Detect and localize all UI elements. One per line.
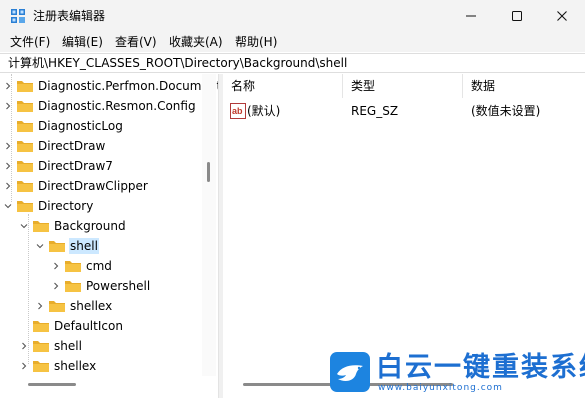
folder-icon	[17, 121, 33, 132]
close-icon	[557, 11, 567, 21]
folder-icon	[33, 221, 49, 232]
maximize-button[interactable]	[494, 0, 540, 32]
tree-horizontal-scroll-thumb[interactable]	[28, 383, 76, 386]
menu-edit[interactable]: 编辑(E)	[62, 33, 103, 51]
title-bar[interactable]: 注册表编辑器	[0, 0, 585, 32]
address-bar[interactable]: 计算机\HKEY_CLASSES_ROOT\Directory\Backgrou…	[0, 53, 585, 73]
tree-vertical-scroll-thumb[interactable]	[207, 162, 210, 182]
tree-node[interactable]: DirectDraw7	[0, 156, 218, 176]
menu-bar: 文件(F) 编辑(E) 查看(V) 收藏夹(A) 帮助(H)	[0, 32, 585, 52]
tree-node[interactable]: DefaultIcon	[0, 316, 218, 336]
watermark-text: 白云一键重装系统	[376, 352, 585, 383]
folder-icon	[33, 361, 49, 372]
folder-icon	[17, 181, 33, 192]
close-button[interactable]	[539, 0, 585, 32]
ab-string-value-icon: ab	[230, 103, 246, 119]
tree-node-label: cmd	[86, 259, 112, 273]
key-tree[interactable]: Diagnostic.Perfmon.Document Diagnostic.Re…	[0, 74, 218, 398]
values-list[interactable]: 名称 类型 数据 ab (默认) REG_SZ (数值未设置)	[223, 74, 585, 398]
tree-node-label: DirectDraw	[38, 139, 106, 153]
tree-node-label: shellex	[54, 359, 97, 373]
tree-node-label: DirectDraw7	[38, 159, 113, 173]
value-type: REG_SZ	[351, 104, 399, 118]
tree-node-label: Diagnostic.Perfmon.Document	[38, 79, 218, 93]
tree-node-label: shell	[69, 238, 99, 254]
tree-node-label: DiagnosticLog	[38, 119, 123, 133]
chevron-down-icon[interactable]	[20, 222, 28, 230]
tree-node-label: Diagnostic.Resmon.Config	[38, 99, 196, 113]
tree-node-label: DirectDrawClipper	[38, 179, 148, 193]
folder-icon	[49, 241, 65, 252]
minimize-button[interactable]	[448, 0, 494, 32]
chevron-right-icon[interactable]	[36, 302, 44, 310]
chevron-right-icon[interactable]	[4, 102, 12, 110]
column-header-name[interactable]: 名称	[223, 74, 343, 98]
tree-node[interactable]: shellex	[0, 296, 218, 316]
folder-icon	[17, 201, 33, 212]
registry-editor-icon	[11, 9, 25, 23]
tree-node-label: Background	[54, 219, 126, 233]
menu-help[interactable]: 帮助(H)	[235, 33, 277, 51]
tree-node[interactable]: Diagnostic.Perfmon.Document	[0, 76, 218, 96]
tree-node[interactable]: shell	[0, 336, 218, 356]
chevron-right-icon[interactable]	[52, 262, 60, 270]
folder-icon	[65, 261, 81, 272]
folder-icon	[33, 341, 49, 352]
folder-icon	[17, 141, 33, 152]
chevron-right-icon[interactable]	[4, 82, 12, 90]
tree-node[interactable]: Powershell	[0, 276, 218, 296]
chevron-down-icon[interactable]	[4, 202, 12, 210]
folder-icon	[33, 321, 49, 332]
tree-node[interactable]: Background	[0, 216, 218, 236]
window-title: 注册表编辑器	[33, 9, 106, 23]
tree-node[interactable]: Directory	[0, 196, 218, 216]
chevron-down-icon[interactable]	[36, 242, 44, 250]
tree-node-label: Directory	[38, 199, 94, 213]
menu-favorites[interactable]: 收藏夹(A)	[169, 33, 223, 51]
tree-node-label: DefaultIcon	[54, 319, 123, 333]
folder-icon	[17, 101, 33, 112]
tree-node[interactable]: DiagnosticLog	[0, 116, 218, 136]
chevron-right-icon[interactable]	[20, 342, 28, 350]
folder-icon	[49, 301, 65, 312]
value-data: (数值未设置)	[471, 104, 541, 118]
tree-node-label: shell	[54, 339, 82, 353]
folder-icon	[65, 281, 81, 292]
tree-node[interactable]: shell	[0, 236, 218, 256]
address-path[interactable]: 计算机\HKEY_CLASSES_ROOT\Directory\Backgrou…	[8, 55, 347, 72]
tree-node[interactable]: Diagnostic.Resmon.Config	[0, 96, 218, 116]
tree-node[interactable]: DirectDraw	[0, 136, 218, 156]
column-header-data[interactable]: 数据	[463, 74, 585, 98]
value-row[interactable]: ab (默认) REG_SZ (数值未设置)	[223, 100, 585, 122]
folder-icon	[17, 81, 33, 92]
watermark-url: www.baiyunxitong.com	[378, 383, 503, 393]
tree-node-label: shellex	[70, 299, 113, 313]
chevron-right-icon[interactable]	[4, 162, 12, 170]
maximize-icon	[512, 11, 522, 21]
tree-node[interactable]: cmd	[0, 256, 218, 276]
chevron-right-icon[interactable]	[52, 282, 60, 290]
bird-logo-icon	[330, 352, 370, 392]
value-name: (默认)	[247, 104, 281, 118]
chevron-right-icon[interactable]	[20, 362, 28, 370]
minimize-icon	[466, 15, 476, 17]
column-header-type[interactable]: 类型	[343, 74, 463, 98]
tree-node[interactable]: DirectDrawClipper	[0, 176, 218, 196]
tree-vertical-scrollbar[interactable]	[202, 74, 216, 376]
menu-view[interactable]: 查看(V)	[115, 33, 157, 51]
svg-text:ab: ab	[232, 106, 243, 116]
menu-file[interactable]: 文件(F)	[10, 33, 50, 51]
tree-node-label: Powershell	[86, 279, 151, 293]
chevron-right-icon[interactable]	[4, 142, 12, 150]
tree-node[interactable]: shellex	[0, 356, 218, 376]
chevron-right-icon[interactable]	[4, 182, 12, 190]
folder-icon	[17, 161, 33, 172]
